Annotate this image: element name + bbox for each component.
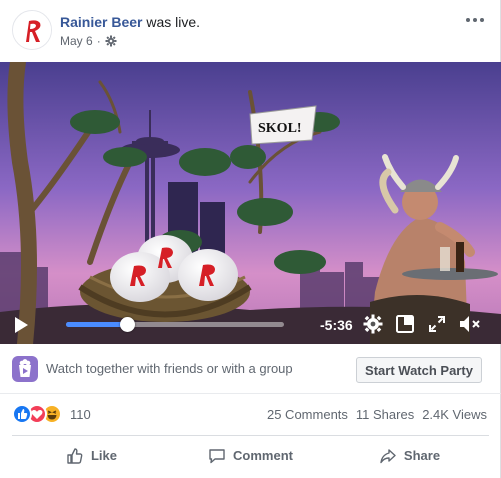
more-dot xyxy=(466,18,470,22)
views-count-link[interactable]: 2.4K Views xyxy=(422,407,487,422)
mute-speaker-icon[interactable] xyxy=(458,314,482,334)
rainier-logo-icon xyxy=(13,11,51,49)
share-arrow-icon xyxy=(380,448,396,463)
video-frame: SKOL! xyxy=(0,62,501,344)
fullscreen-icon[interactable] xyxy=(428,315,446,333)
comment-button[interactable]: Comment xyxy=(171,436,330,475)
post-meta: May 6 · xyxy=(60,33,117,49)
meta-separator: · xyxy=(96,34,101,48)
like-reaction-icon xyxy=(12,404,32,424)
comment-bubble-icon xyxy=(209,448,225,463)
video-progress-bar[interactable] xyxy=(66,317,284,332)
post-header: Rainier Beer was live. May 6 · xyxy=(0,0,501,62)
like-button[interactable]: Like xyxy=(12,436,171,475)
play-icon[interactable] xyxy=(12,316,30,334)
watch-party-bar: Watch together with friends or with a gr… xyxy=(0,344,501,394)
post-action-bar: Like Comment Share xyxy=(12,435,489,475)
picture-in-picture-icon[interactable] xyxy=(396,315,414,333)
post-author-line: Rainier Beer was live. xyxy=(60,13,200,31)
video-scrubber-handle[interactable] xyxy=(120,317,136,332)
like-label: Like xyxy=(90,448,117,463)
share-button[interactable]: Share xyxy=(330,436,489,475)
live-video-post: Rainier Beer was live. May 6 · SKOL! -5:… xyxy=(0,0,501,478)
comment-label: Comment xyxy=(233,448,293,463)
watch-party-prompt: Watch together with friends or with a gr… xyxy=(46,361,293,376)
reaction-count[interactable]: 110 xyxy=(70,407,91,422)
video-progress-fill xyxy=(66,322,128,327)
reactions-summary: 110 25 Comments 11 Shares 2.4K Views xyxy=(0,394,501,434)
gear-icon[interactable] xyxy=(105,35,117,47)
reaction-icons[interactable] xyxy=(12,404,62,424)
more-dot xyxy=(473,18,477,22)
post-date-link[interactable]: May 6 xyxy=(60,33,93,49)
comments-count-link[interactable]: 25 Comments xyxy=(267,407,348,422)
watch-party-icon xyxy=(12,356,38,382)
more-options-icon[interactable] xyxy=(463,10,487,30)
share-label: Share xyxy=(403,448,441,463)
video-player[interactable]: SKOL! -5:36 xyxy=(0,62,501,344)
flag-text: SKOL! xyxy=(258,121,302,136)
start-watch-party-button[interactable]: Start Watch Party xyxy=(356,357,482,383)
page-name-link[interactable]: Rainier Beer xyxy=(60,14,142,30)
engagement-stats: 25 Comments 11 Shares 2.4K Views xyxy=(267,407,487,422)
thumbs-up-icon xyxy=(67,447,83,464)
more-dot xyxy=(480,18,484,22)
video-controls: -5:36 xyxy=(0,307,501,344)
shares-count-link[interactable]: 11 Shares xyxy=(356,407,414,422)
page-avatar[interactable] xyxy=(12,10,52,50)
settings-gear-icon[interactable] xyxy=(363,314,383,334)
video-time-remaining: -5:36 xyxy=(320,317,353,333)
post-status-text: was live. xyxy=(142,14,201,30)
